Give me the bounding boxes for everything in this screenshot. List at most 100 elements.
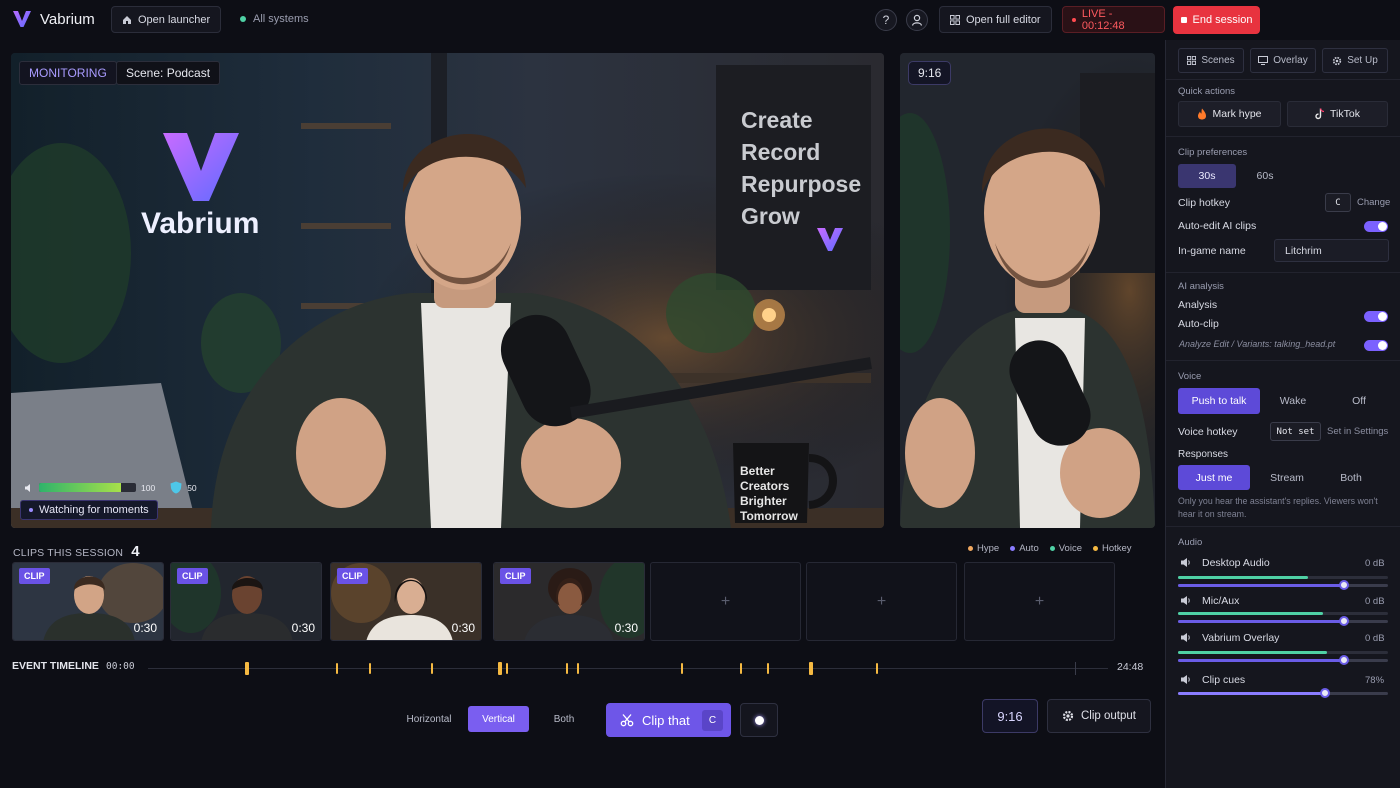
timeline-start: 00:00	[106, 661, 135, 672]
timeline-track[interactable]	[148, 668, 1108, 669]
orientation-vertical[interactable]: Vertical	[468, 706, 529, 732]
speaker-icon	[1180, 557, 1192, 568]
scene-image: Create Record Repurpose Grow Vabrium Bet…	[11, 53, 884, 528]
clip-thumbnail[interactable]: CLIP 0:30	[12, 562, 164, 641]
clip-cues-value: 78%	[1365, 675, 1385, 686]
orientation-horizontal[interactable]: Horizontal	[398, 707, 460, 731]
voice-mode-wake[interactable]: Wake	[1264, 388, 1322, 414]
clip-thumbnail[interactable]: CLIP 0:30	[493, 562, 645, 641]
empty-clip-slot[interactable]: +	[806, 562, 957, 641]
timeline-marker[interactable]	[577, 663, 579, 674]
timeline-playhead[interactable]	[1075, 662, 1076, 675]
auto-edit-label: Auto-edit AI clips	[1178, 220, 1257, 232]
clip-thumbnail[interactable]: CLIP 0:30	[330, 562, 482, 641]
clip-that-label: Clip that	[642, 712, 690, 728]
open-full-editor-button[interactable]: Open full editor	[939, 6, 1052, 33]
ai-analysis-title: AI analysis	[1178, 281, 1224, 292]
help-icon: ?	[882, 13, 890, 27]
clip-preferences-title: Clip preferences	[1178, 147, 1248, 158]
user-icon	[911, 14, 923, 26]
desktop-audio-slider[interactable]	[1178, 580, 1388, 590]
ingame-name-input[interactable]: Litchrim	[1274, 239, 1389, 262]
tab-scenes-label: Scenes	[1201, 55, 1235, 66]
end-session-button[interactable]: End session	[1173, 6, 1260, 34]
svg-text:Record: Record	[741, 139, 820, 165]
tab-overlay[interactable]: Overlay	[1250, 48, 1316, 73]
vabrium-overlay-slider[interactable]	[1178, 655, 1388, 665]
vabrium-overlay-meter	[1178, 651, 1388, 654]
orientation-both[interactable]: Both	[538, 707, 590, 731]
voice-mode-push-to-talk[interactable]: Push to talk	[1178, 388, 1260, 414]
clip-length-30s[interactable]: 30s	[1178, 164, 1236, 188]
timeline-marker[interactable]	[245, 662, 249, 675]
legend-voice: Voice	[1049, 543, 1082, 554]
timeline-marker[interactable]	[876, 663, 878, 674]
timeline-marker[interactable]	[767, 663, 769, 674]
responses-both[interactable]: Both	[1320, 465, 1382, 490]
systems-status: All systems	[240, 13, 309, 25]
svg-text:Better: Better	[740, 464, 775, 478]
desktop-audio-meter	[1178, 576, 1388, 579]
clip-output-button[interactable]: Clip output	[1047, 699, 1151, 733]
scene-label[interactable]: Scene: Podcast	[116, 61, 221, 85]
mic-aux-meter	[1178, 612, 1388, 615]
timeline-marker[interactable]	[809, 662, 813, 675]
record-toggle-button[interactable]	[740, 703, 778, 737]
mic-aux-value: 0 dB	[1365, 596, 1385, 607]
speaker-icon	[1180, 632, 1192, 643]
help-button[interactable]: ?	[875, 9, 897, 31]
empty-clip-slot[interactable]: +	[650, 562, 801, 641]
responses-just-me[interactable]: Just me	[1178, 465, 1250, 490]
auto-edit-toggle[interactable]	[1364, 221, 1388, 232]
timeline-end: 24:48	[1117, 661, 1144, 673]
live-timer: LIVE - 00:12:48	[1081, 7, 1125, 32]
svg-text:Brighter: Brighter	[740, 494, 787, 508]
mic-aux-slider[interactable]	[1178, 616, 1388, 626]
clip-badge: CLIP	[177, 568, 208, 584]
voice-mode-off[interactable]: Off	[1330, 388, 1388, 414]
legend-hype-label: Hype	[977, 543, 1000, 554]
end-session-label: End session	[1192, 14, 1253, 26]
ratio-button[interactable]: 9:16	[982, 699, 1038, 733]
timeline-marker[interactable]	[506, 663, 508, 674]
clip-hotkey-key: C	[1325, 193, 1351, 212]
stop-icon	[1180, 17, 1187, 23]
clip-hotkey-change-link[interactable]: Change	[1357, 197, 1390, 208]
clip-thumbnail[interactable]: CLIP 0:30	[170, 562, 322, 641]
timeline-marker[interactable]	[369, 663, 371, 674]
timeline-label: EVENT TIMELINE	[12, 660, 99, 672]
empty-clip-slot[interactable]: +	[964, 562, 1115, 641]
vertical-ratio-badge: 9:16	[908, 61, 952, 85]
gear-icon	[1332, 56, 1342, 66]
timeline-marker[interactable]	[740, 663, 742, 674]
mark-hype-button[interactable]: Mark hype	[1178, 101, 1281, 127]
timeline-marker[interactable]	[566, 663, 568, 674]
hotkey-dot-icon	[1092, 546, 1098, 551]
responses-stream[interactable]: Stream	[1252, 465, 1322, 490]
tab-scenes[interactable]: Scenes	[1178, 48, 1244, 73]
vabrium-overlay-label: Vabrium Overlay	[1202, 632, 1280, 644]
clip-cues-slider[interactable]	[1178, 688, 1388, 698]
timeline-marker[interactable]	[498, 662, 502, 675]
voice-hotkey-settings-link[interactable]: Set in Settings	[1327, 426, 1388, 437]
tiktok-button[interactable]: TikTok	[1287, 101, 1388, 127]
analysis-toggle[interactable]	[1364, 311, 1388, 322]
clips-header: CLIPS THIS SESSION 4	[13, 543, 140, 560]
tab-setup[interactable]: Set Up	[1322, 48, 1388, 73]
voice-hotkey-value: Not set	[1270, 422, 1321, 441]
clip-length-60s[interactable]: 60s	[1240, 164, 1290, 188]
gear-icon	[1062, 710, 1074, 722]
timeline-marker[interactable]	[336, 663, 338, 674]
clip-duration: 0:30	[614, 621, 638, 635]
live-indicator: LIVE - 00:12:48	[1062, 6, 1165, 33]
hype-dot-icon	[968, 546, 973, 551]
timeline-marker[interactable]	[431, 663, 433, 674]
auto-clip-toggle[interactable]	[1364, 340, 1388, 351]
clip-that-button[interactable]: Clip that C	[606, 703, 731, 737]
timeline-marker[interactable]	[681, 663, 683, 674]
svg-text:Repurpose: Repurpose	[741, 171, 861, 197]
open-launcher-button[interactable]: Open launcher	[111, 6, 222, 33]
profile-button[interactable]	[906, 9, 928, 31]
tab-overlay-label: Overlay	[1273, 55, 1308, 66]
auto-dot-icon	[1010, 546, 1016, 551]
